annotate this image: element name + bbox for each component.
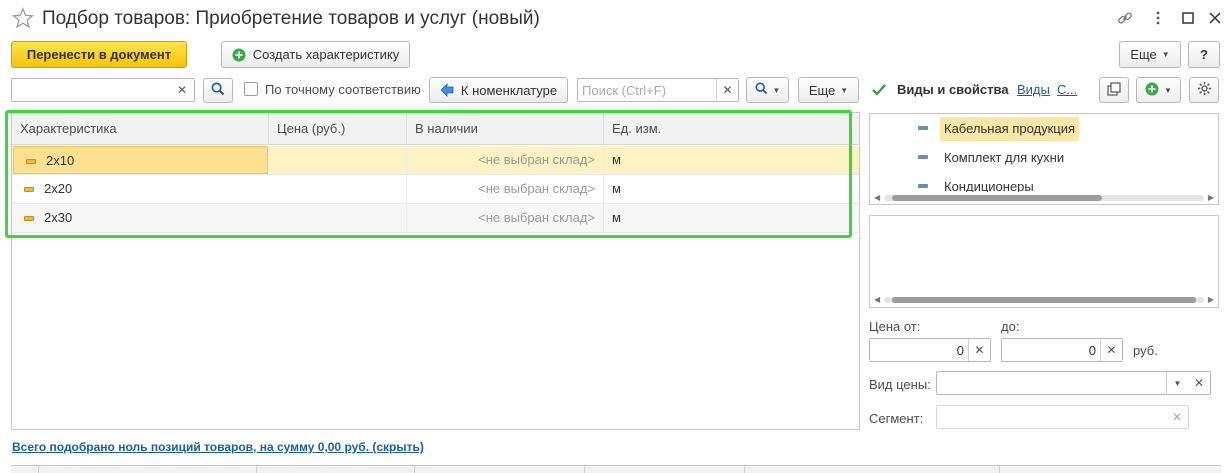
maximize-icon[interactable] [1179, 9, 1197, 27]
kinds-properties-label: Виды и свойства [897, 82, 1009, 97]
clear-price-type-icon[interactable]: ✕ [1188, 372, 1210, 394]
favorite-star-icon[interactable] [11, 7, 35, 29]
grid-more-button[interactable]: Еще ▼ [798, 77, 859, 103]
segment-label: Сегмент: [869, 411, 924, 426]
scroll-right-icon[interactable]: ▶ [1208, 294, 1214, 306]
scroll-left-icon[interactable]: ◀ [874, 192, 880, 204]
help-button[interactable]: ? [1188, 41, 1220, 68]
create-characteristic-button[interactable]: Создать характеристику [221, 41, 410, 68]
c-link[interactable]: С... [1057, 82, 1077, 97]
to-nomenclature-label: К номенклатуре [460, 82, 558, 98]
chevron-down-icon: ▼ [772, 85, 781, 95]
column-divider [744, 466, 745, 473]
scroll-thumb[interactable] [892, 195, 1102, 201]
price-to-field[interactable]: 0 ✕ [1001, 338, 1123, 362]
find-input[interactable]: Поиск (Ctrl+F) [582, 83, 666, 98]
settings-button[interactable] [1189, 77, 1219, 103]
scroll-right-icon[interactable]: ▶ [1208, 192, 1214, 204]
chevron-down-icon: ▼ [1164, 85, 1172, 95]
search-icon [755, 82, 768, 98]
scroll-thumb[interactable] [892, 297, 1196, 303]
price-from-value[interactable]: 0 [957, 343, 964, 358]
add-circle-icon [1145, 82, 1159, 99]
column-divider [584, 466, 585, 473]
segment-field[interactable]: ✕ [936, 405, 1189, 429]
kind-bullet-icon [918, 155, 928, 159]
copy-windows-button[interactable] [1099, 77, 1129, 103]
grid-more-label: Еще [808, 82, 836, 98]
tree-hscrollbar[interactable]: ◀ ▶ [870, 192, 1218, 204]
properties-hscrollbar[interactable]: ◀ ▶ [870, 294, 1218, 306]
close-icon[interactable] [1206, 9, 1224, 27]
price-type-select[interactable]: ▼ ✕ [936, 371, 1211, 395]
selected-summary-link[interactable]: Всего подобрано ноль позиций товаров, на… [12, 440, 424, 454]
price-to-value[interactable]: 0 [1089, 343, 1096, 358]
highlight-frame [5, 110, 852, 238]
column-divider [38, 466, 39, 473]
transfer-to-document-button[interactable]: Перенести в документ [11, 41, 187, 68]
kinds-properties-checkbox[interactable] [871, 82, 887, 98]
search-button[interactable] [203, 78, 233, 103]
more-vert-icon[interactable] [1149, 9, 1167, 27]
search-input-box[interactable]: ✕ [11, 78, 195, 102]
price-from-field[interactable]: 0 ✕ [869, 338, 991, 362]
windows-icon [1107, 81, 1121, 99]
tree-item[interactable]: Комплект для кухни [940, 146, 1068, 170]
price-type-label: Вид цены: [869, 377, 931, 392]
kind-bullet-icon [918, 184, 928, 188]
product-kinds-tree[interactable]: Кабельная продукция Комплект для кухни К… [869, 113, 1219, 205]
kind-bullet-icon [918, 126, 928, 130]
add-property-button[interactable]: ▼ [1136, 77, 1181, 103]
price-to-label: до: [1001, 319, 1020, 334]
find-options-button[interactable]: ▼ [746, 77, 789, 103]
column-divider [414, 466, 415, 473]
add-circle-icon [232, 48, 246, 62]
search-icon [211, 82, 225, 99]
gear-icon [1197, 81, 1212, 99]
exact-match-checkbox[interactable] [244, 82, 258, 96]
scroll-left-icon[interactable]: ◀ [874, 294, 880, 306]
currency-label: руб. [1133, 343, 1158, 358]
clear-segment-icon[interactable]: ✕ [1166, 406, 1188, 428]
more-menu-label: Еще [1130, 47, 1157, 62]
more-menu-button[interactable]: Еще ▼ [1119, 41, 1181, 68]
properties-box[interactable]: ◀ ▶ [869, 215, 1219, 308]
clear-price-to-icon[interactable]: ✕ [1100, 339, 1122, 361]
dropdown-arrow-icon[interactable]: ▼ [1166, 372, 1188, 394]
clear-search-icon[interactable]: ✕ [170, 79, 194, 101]
find-input-box[interactable]: Поиск (Ctrl+F) ✕ [577, 78, 739, 102]
kinds-link[interactable]: Виды [1017, 82, 1050, 97]
exact-match-label: По точному соответствию [265, 82, 421, 97]
create-characteristic-label: Создать характеристику [252, 47, 400, 62]
selected-items-table-header [11, 465, 1221, 473]
clear-price-from-icon[interactable]: ✕ [968, 339, 990, 361]
chevron-down-icon: ▼ [840, 85, 849, 95]
tree-item[interactable]: Кабельная продукция [940, 117, 1080, 141]
link-icon[interactable] [1116, 9, 1134, 27]
column-divider [256, 466, 257, 473]
price-from-label: Цена от: [869, 319, 921, 334]
to-nomenclature-button[interactable]: К номенклатуре [429, 77, 568, 103]
window-title: Подбор товаров: Приобретение товаров и у… [42, 8, 540, 29]
clear-find-icon[interactable]: ✕ [716, 79, 738, 101]
column-divider [999, 466, 1000, 473]
arrow-left-icon [440, 83, 454, 97]
chevron-down-icon: ▼ [1161, 50, 1170, 59]
